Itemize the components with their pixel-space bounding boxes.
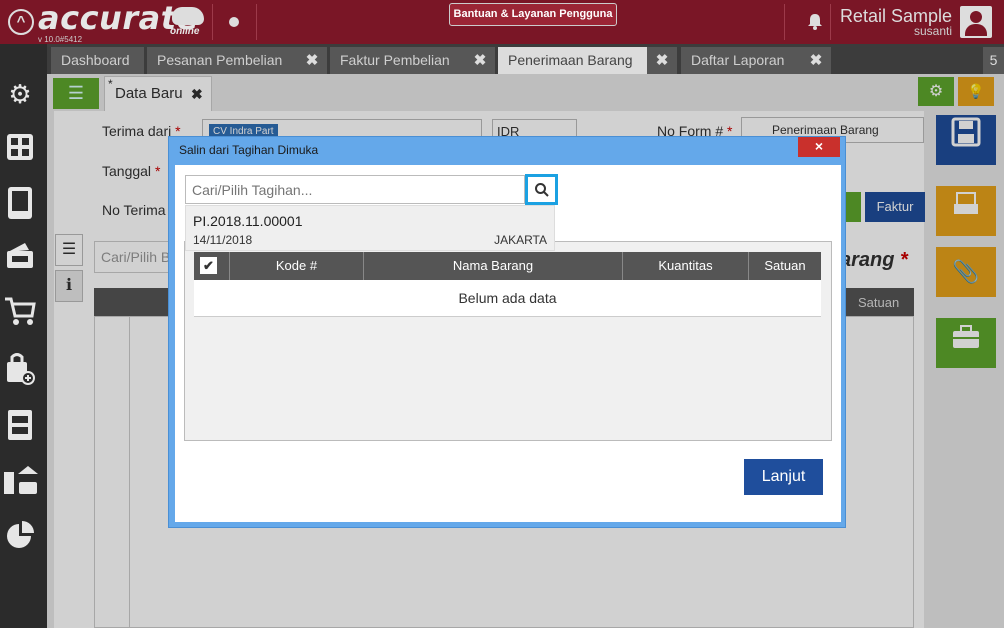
header-divider	[256, 4, 257, 40]
header-divider	[784, 4, 785, 40]
close-icon[interactable]: ×	[798, 137, 840, 157]
close-icon[interactable]: ✖	[647, 47, 677, 74]
empty-state-text: Belum ada data	[194, 280, 821, 317]
col-nama-barang: Nama Barang	[364, 252, 623, 280]
tab-dashboard[interactable]: Dashboard	[51, 47, 144, 74]
pie-chart-icon[interactable]	[4, 520, 36, 552]
col-satuan: Satuan	[764, 258, 806, 273]
header-divider	[830, 4, 831, 40]
avatar[interactable]	[960, 6, 992, 38]
tab-count-badge[interactable]: 5	[983, 47, 1004, 74]
logo-online-text: online	[170, 26, 200, 37]
top-header: ^ accurate online v 10.0#5412 Bantuan & …	[0, 0, 1004, 44]
next-button[interactable]: Lanjut	[744, 459, 823, 495]
wallet-icon[interactable]	[4, 240, 36, 272]
select-all-cell: ✔	[194, 252, 230, 280]
select-all-checkbox[interactable]: ✔	[200, 257, 217, 274]
sidebar: ⚙	[0, 44, 47, 628]
tagihan-date: 14/11/2018	[193, 233, 253, 247]
help-button[interactable]: Bantuan & Layanan Pengguna	[449, 3, 617, 26]
tagihan-location: JAKARTA	[494, 233, 547, 247]
dialog-title: Salin dari Tagihan Dimuka	[179, 143, 319, 157]
status-dot-icon[interactable]	[229, 17, 239, 27]
bell-icon[interactable]	[805, 12, 825, 32]
tagihan-items-grid: ✔ Kode # Nama Barang Kuantitas Satuan Be…	[184, 241, 832, 441]
search-icon[interactable]	[525, 174, 558, 205]
ledger-book-icon[interactable]	[4, 186, 36, 219]
close-icon[interactable]: ✖	[465, 47, 495, 74]
settings-gear-icon[interactable]: ⚙	[4, 78, 36, 110]
tagihan-search-input[interactable]	[185, 175, 525, 204]
building-car-icon[interactable]	[4, 464, 38, 496]
tab-pesanan-pembelian[interactable]: Pesanan Pembelian	[147, 47, 298, 74]
tab-bar: Dashboard Pesanan Pembelian ✖ Faktur Pem…	[47, 44, 1004, 74]
logo-mark-icon: ^	[8, 9, 34, 35]
close-icon[interactable]: ✖	[297, 47, 327, 74]
grid-header: ✔ Kode # Nama Barang Kuantitas Satuan	[194, 252, 821, 280]
grid-apps-icon[interactable]	[4, 132, 36, 164]
tagihan-code: PI.2018.11.00001	[193, 213, 303, 229]
tab-penerimaan-barang[interactable]: Penerimaan Barang	[498, 47, 648, 74]
tab-faktur-pembelian[interactable]: Faktur Pembelian	[330, 47, 472, 74]
archive-drawer-icon[interactable]	[4, 408, 36, 440]
tab-daftar-laporan[interactable]: Daftar Laporan	[681, 47, 804, 74]
app-logo[interactable]: ^ accurate online v 10.0#5412	[4, 0, 254, 44]
col-kode: Kode #	[230, 252, 364, 280]
col-kuantitas: Kuantitas	[623, 252, 749, 280]
salin-dialog: Salin dari Tagihan Dimuka × ✔ Kode # Nam…	[168, 136, 846, 528]
dialog-body: ✔ Kode # Nama Barang Kuantitas Satuan Be…	[175, 165, 841, 522]
shopping-bag-icon[interactable]	[4, 352, 36, 385]
header-divider	[212, 4, 213, 40]
app-version: v 10.0#5412	[38, 35, 83, 44]
cloud-icon	[172, 7, 204, 25]
user-name[interactable]: susanti	[834, 24, 952, 38]
tagihan-dropdown-item[interactable]: PI.2018.11.00001 14/11/2018 JAKARTA	[185, 205, 555, 251]
close-icon[interactable]: ✖	[801, 47, 831, 74]
cart-icon[interactable]	[4, 296, 36, 328]
